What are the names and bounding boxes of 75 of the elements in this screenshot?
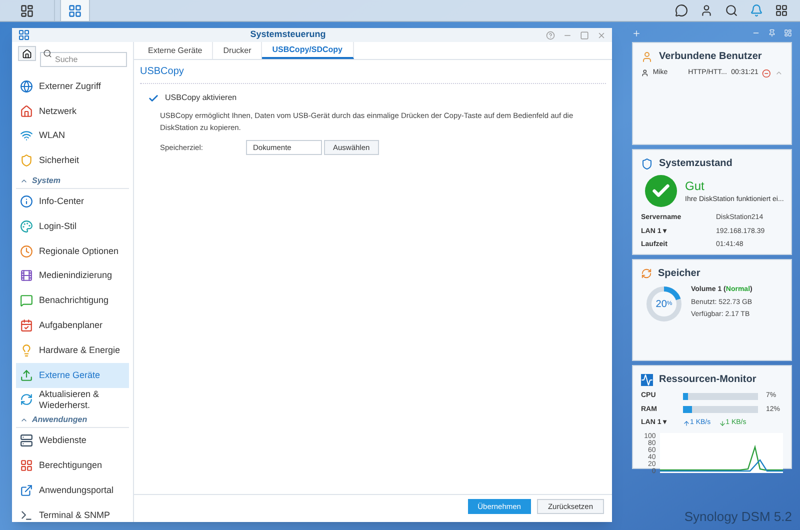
sidebar-item[interactable]: Benachrichtigung bbox=[16, 288, 129, 314]
disconnect-icon[interactable] bbox=[762, 68, 772, 78]
sidebar-item[interactable]: Externer Zugriff bbox=[16, 74, 129, 99]
widget-title: Systemzustand bbox=[659, 157, 732, 171]
chat-icon bbox=[20, 294, 33, 308]
bell-icon[interactable] bbox=[750, 4, 763, 17]
user-icon bbox=[641, 69, 649, 78]
widget-title: Ressourcen-Monitor bbox=[659, 373, 756, 387]
section-header: Anwendungen bbox=[32, 414, 88, 426]
section-header: System bbox=[32, 174, 60, 187]
add-icon[interactable] bbox=[632, 28, 641, 38]
apps-grid-icon bbox=[20, 4, 34, 18]
checkmark-icon bbox=[645, 175, 677, 207]
sidebar-item[interactable]: Webdienste bbox=[16, 428, 129, 454]
grid-icon bbox=[20, 459, 33, 472]
checkbox[interactable] bbox=[148, 92, 159, 104]
sidebar-item[interactable]: Netzwerk bbox=[16, 98, 129, 124]
search-icon bbox=[43, 49, 52, 58]
checkbox-label: USBCopy aktivieren bbox=[165, 92, 237, 104]
user-icon[interactable] bbox=[700, 4, 713, 17]
user-icon bbox=[641, 50, 653, 62]
download-icon bbox=[718, 420, 726, 427]
section-title: USBCopy bbox=[140, 64, 606, 84]
branding-text: Synology DSM 5.2 bbox=[684, 508, 792, 526]
palette-icon bbox=[20, 220, 33, 233]
clock-icon bbox=[20, 244, 33, 258]
sidebar-item[interactable]: Aktualisieren & Wiederherst. bbox=[16, 388, 129, 412]
upload-icon bbox=[683, 420, 690, 427]
sidebar-item[interactable]: Anwendungsportal bbox=[16, 478, 129, 503]
sidebar-item[interactable]: Terminal & SNMP bbox=[16, 502, 129, 528]
widget-title: Speicher bbox=[658, 267, 700, 281]
chat-icon[interactable] bbox=[675, 4, 688, 17]
health-status: Gut bbox=[685, 178, 706, 195]
shield-icon bbox=[641, 158, 653, 170]
film-icon bbox=[20, 269, 33, 282]
globe-icon bbox=[20, 80, 33, 93]
sidebar-item[interactable]: Sicherheit bbox=[16, 148, 129, 174]
widget-title: Verbundene Benutzer bbox=[659, 50, 762, 64]
search-field[interactable]: Suche bbox=[40, 52, 127, 67]
control-panel-icon bbox=[68, 4, 82, 18]
sidebar-item[interactable]: Externe Geräte bbox=[16, 362, 129, 388]
sidebar-item[interactable]: Login-Stil bbox=[16, 214, 129, 239]
close-icon[interactable] bbox=[597, 30, 606, 40]
terminal-icon bbox=[20, 508, 33, 522]
sidebar-item[interactable]: Berechtigungen bbox=[16, 453, 129, 478]
sidebar-item[interactable]: Regionale Optionen bbox=[16, 238, 129, 264]
maximize-icon[interactable] bbox=[580, 30, 589, 40]
tab[interactable]: Externe Geräte bbox=[138, 42, 214, 59]
sidebar-item[interactable]: Aufgabenplaner bbox=[16, 313, 129, 338]
refresh-icon bbox=[20, 393, 33, 406]
calendar-icon bbox=[20, 319, 33, 332]
taskbar-app-button[interactable] bbox=[60, 0, 90, 21]
house-icon bbox=[22, 48, 32, 58]
link-icon bbox=[20, 484, 33, 497]
bulb-icon bbox=[20, 344, 33, 357]
window-title: Systemsteuerung bbox=[249, 28, 327, 42]
widgets-icon[interactable] bbox=[775, 4, 788, 17]
sidebar-item[interactable]: Hardware & Energie bbox=[16, 338, 129, 363]
search-icon[interactable] bbox=[725, 4, 738, 17]
sidebar-item[interactable]: WLAN bbox=[16, 124, 129, 148]
shield-icon bbox=[20, 154, 33, 168]
house-icon bbox=[20, 104, 33, 118]
sidebar-item[interactable]: Medienindizierung bbox=[16, 264, 129, 288]
pin-icon[interactable] bbox=[768, 29, 776, 37]
control-panel-icon bbox=[18, 29, 30, 41]
tab[interactable]: USBCopy/SDCopy bbox=[262, 42, 354, 59]
monitor-icon bbox=[641, 374, 653, 386]
panel-icon[interactable] bbox=[784, 29, 792, 37]
info-icon bbox=[20, 195, 33, 208]
server-icon bbox=[20, 434, 33, 448]
home-button[interactable] bbox=[18, 46, 36, 61]
sidebar-item[interactable]: Info-Center bbox=[16, 189, 129, 214]
tab[interactable]: Drucker bbox=[213, 42, 262, 59]
help-icon[interactable] bbox=[546, 30, 555, 40]
upload-icon bbox=[20, 368, 33, 382]
